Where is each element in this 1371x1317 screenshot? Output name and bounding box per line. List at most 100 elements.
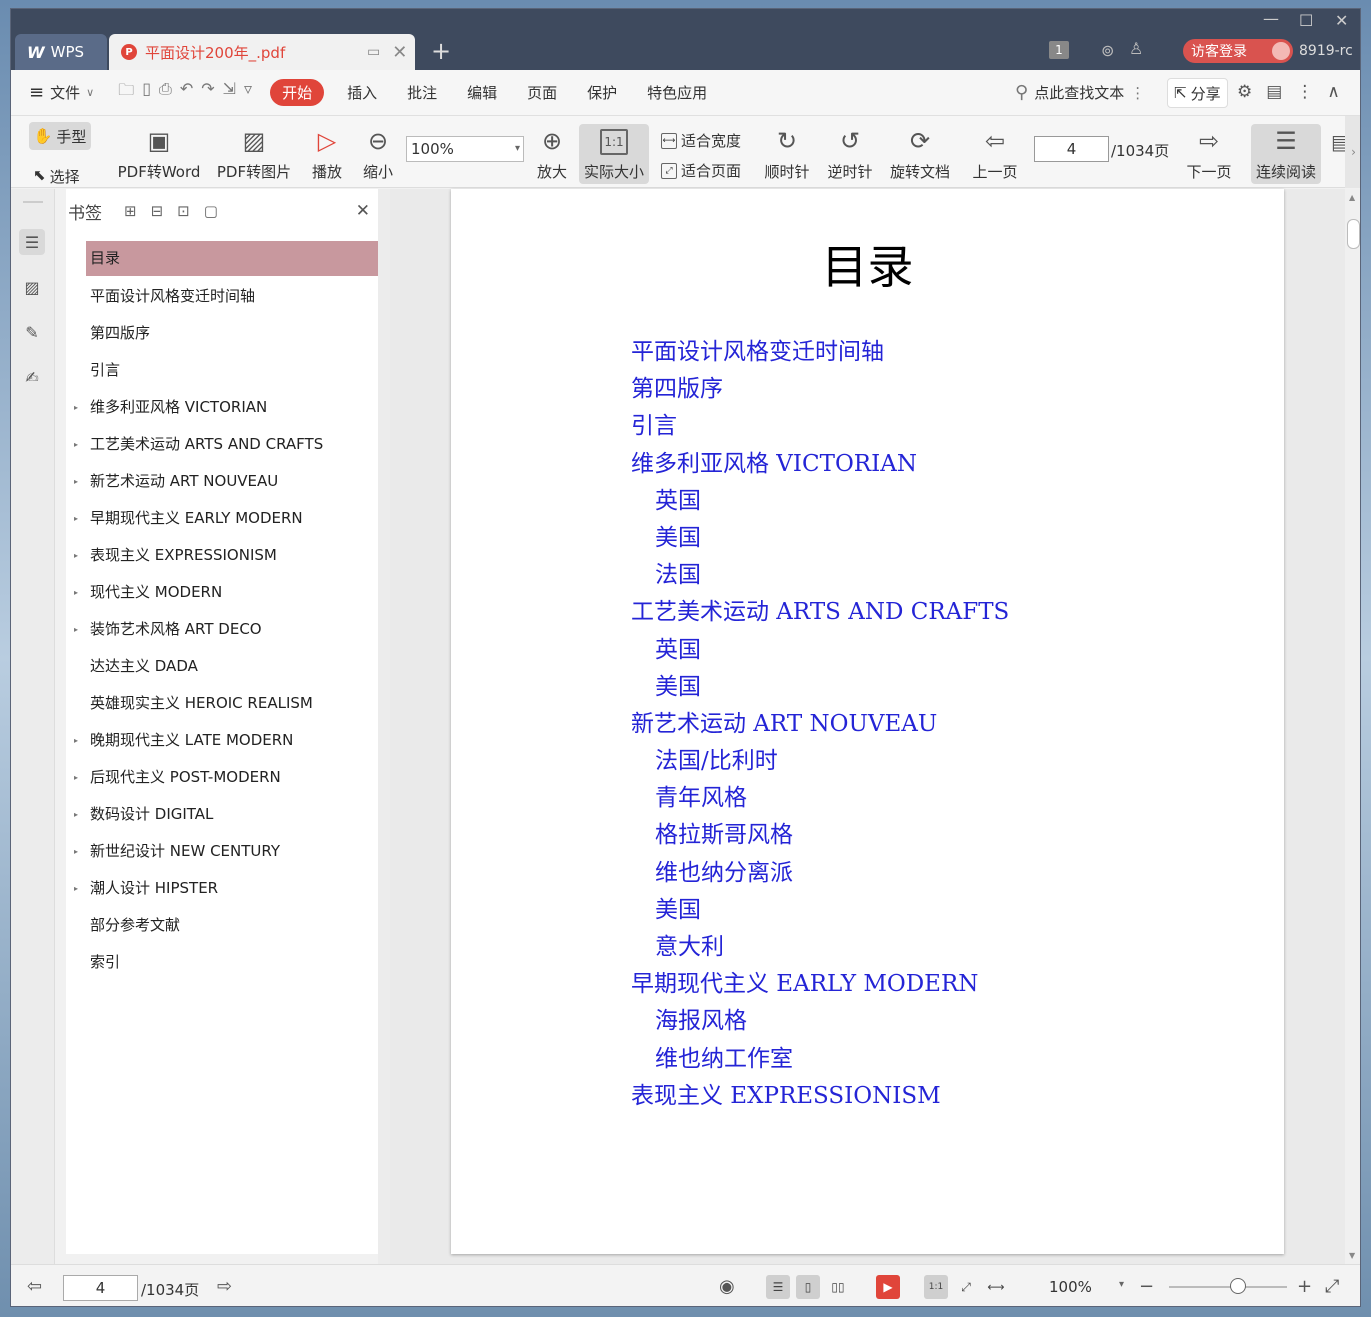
bookmark-settings-icon[interactable]: ▢ [204, 202, 218, 220]
document-tab[interactable]: P 平面设计200年_.pdf ▭ ✕ [109, 34, 415, 70]
next-page-button[interactable]: ⇨ 下一页 [1183, 116, 1235, 188]
collapse-all-icon[interactable]: ⊟ [151, 202, 164, 220]
ribbon-scroll-right-icon[interactable]: › [1345, 116, 1360, 188]
bookmark-item[interactable]: ▸ 新艺术运动 ART NOUVEAU [74, 463, 378, 500]
tab-edit[interactable]: 编辑 [452, 82, 512, 103]
toc-link[interactable]: 英国 [631, 632, 1009, 669]
bookmark-item[interactable]: ▸ 表现主义 EXPRESSIONISM [74, 537, 378, 574]
zoom-in-status-icon[interactable]: + [1297, 1276, 1312, 1297]
zoom-select[interactable]: 100% [406, 136, 524, 162]
bookmark-list-icon[interactable]: ☰ [19, 229, 45, 255]
expand-arrow-icon[interactable]: ▸ [74, 833, 78, 870]
share-cloud-icon[interactable]: ⊚ [1101, 41, 1114, 60]
toc-link[interactable]: 格拉斯哥风格 [631, 817, 1009, 854]
rotate-clockwise-button[interactable]: ↻ 顺时针 [759, 116, 815, 188]
toc-link[interactable]: 维也纳工作室 [631, 1041, 1009, 1078]
toc-link[interactable]: 美国 [631, 520, 1009, 557]
zoom-out-status-icon[interactable]: − [1139, 1276, 1154, 1297]
collapse-ribbon-icon[interactable]: ∧ [1327, 82, 1339, 102]
expand-all-icon[interactable]: ⊞ [124, 202, 137, 220]
bookmark-item[interactable]: ▸ 工艺美术运动 ARTS AND CRAFTS [74, 426, 378, 463]
expand-arrow-icon[interactable]: ▸ [74, 389, 78, 426]
zoom-slider[interactable] [1169, 1286, 1287, 1288]
toc-link[interactable]: 平面设计风格变迁时间轴 [631, 334, 1009, 371]
fit-width-button[interactable]: ⟷ 适合宽度 [661, 130, 741, 151]
scroll-up-icon[interactable]: ▲ [1349, 193, 1355, 202]
toc-link[interactable]: 工艺美术运动 ARTS AND CRAFTS [631, 594, 1009, 631]
tab-features[interactable]: 特色应用 [632, 82, 722, 103]
status-next-page-icon[interactable]: ⇨ [217, 1276, 232, 1297]
tab-home[interactable]: 开始 [270, 79, 325, 106]
toc-link[interactable]: 早期现代主义 EARLY MODERN [631, 966, 1009, 1003]
previous-page-button[interactable]: ⇦ 上一页 [969, 116, 1021, 188]
single-page-view-icon[interactable]: ▯ [796, 1275, 820, 1299]
rotate-document-button[interactable]: ⟳ 旋转文档 [887, 116, 953, 188]
fit-page-button[interactable]: ⤢ 适合页面 [661, 160, 741, 181]
share-button[interactable]: ⇱ 分享 [1167, 78, 1228, 108]
expand-arrow-icon[interactable]: ▸ [74, 500, 78, 537]
bookmark-item[interactable]: ▸ 维多利亚风格 VICTORIAN [74, 389, 378, 426]
status-prev-page-icon[interactable]: ⇦ [27, 1276, 42, 1297]
bookmark-item[interactable]: 第四版序 [86, 315, 378, 352]
two-page-view-icon[interactable]: ▯▯ [826, 1275, 850, 1299]
more-options-icon[interactable]: ⋮ [1296, 82, 1313, 102]
bookmark-item[interactable]: 目录 [86, 241, 378, 276]
bookmark-item[interactable]: 达达主义 DADA [86, 648, 378, 685]
eye-protection-icon[interactable]: ◉ [719, 1276, 735, 1297]
bookmark-item[interactable]: ▸ 现代主义 MODERN [74, 574, 378, 611]
zoom-out-button[interactable]: ⊖ 缩小 [357, 116, 399, 188]
open-folder-icon[interactable]: 🗀 [118, 79, 134, 106]
find-text-search[interactable]: ⚲ 点此查找文本 ⋮ [1015, 82, 1145, 103]
bookmark-item[interactable]: ▸ 新世纪设计 NEW CENTURY [74, 833, 378, 870]
toc-link[interactable]: 维也纳分离派 [631, 855, 1009, 892]
toc-link[interactable]: 意大利 [631, 929, 1009, 966]
expand-arrow-icon[interactable]: ▸ [74, 426, 78, 463]
expand-arrow-icon[interactable]: ▸ [74, 574, 78, 611]
toc-link[interactable]: 美国 [631, 669, 1009, 706]
settings-gear-icon[interactable]: ⚙ [1237, 82, 1252, 102]
scroll-down-icon[interactable]: ▼ [1349, 1251, 1355, 1260]
panel-splitter[interactable] [378, 189, 390, 1264]
save-icon[interactable]: ▯ [142, 79, 151, 106]
expand-arrow-icon[interactable]: ▸ [74, 722, 78, 759]
toc-link[interactable]: 维多利亚风格 VICTORIAN [631, 446, 1009, 483]
vertical-scrollbar[interactable]: ▲ ▼ [1345, 189, 1360, 1264]
bookmark-item[interactable]: 部分参考文献 [86, 907, 378, 944]
bookmark-item[interactable]: ▸ 数码设计 DIGITAL [74, 796, 378, 833]
more-vertical-icon[interactable]: ⋮ [1130, 84, 1145, 102]
window-count-badge[interactable]: 1 [1049, 41, 1069, 59]
continuous-view-icon[interactable]: ☰ [766, 1275, 790, 1299]
export-icon[interactable]: ⇲ [223, 79, 236, 106]
toc-link[interactable]: 青年风格 [631, 780, 1009, 817]
hand-tool-button[interactable]: ✋ 手型 [29, 122, 91, 150]
toc-link[interactable]: 英国 [631, 483, 1009, 520]
expand-arrow-icon[interactable]: ▸ [74, 537, 78, 574]
rotate-counterclockwise-button[interactable]: ↺ 逆时针 [822, 116, 878, 188]
print-icon[interactable]: ⎙ [159, 79, 172, 106]
tab-insert[interactable]: 插入 [332, 82, 392, 103]
play-button[interactable]: ▷ 播放 [304, 116, 350, 188]
fit-width-status-icon[interactable]: ⟷ [984, 1275, 1008, 1299]
bookmark-item[interactable]: ▸ 潮人设计 HIPSTER [74, 870, 378, 907]
toc-link[interactable]: 海报风格 [631, 1003, 1009, 1040]
more-dropdown-icon[interactable]: ▿ [244, 79, 252, 106]
new-tab-button[interactable]: + [431, 37, 451, 65]
tab-page[interactable]: 页面 [512, 82, 572, 103]
scrollbar-thumb[interactable] [1347, 219, 1360, 249]
page-number-input[interactable]: 4 [1034, 136, 1109, 162]
select-tool-button[interactable]: ⬉ 选择 [33, 166, 80, 187]
thumbnail-icon[interactable]: ▨ [19, 274, 45, 300]
zoom-slider-knob[interactable] [1230, 1278, 1247, 1294]
expand-arrow-icon[interactable]: ▸ [74, 611, 78, 648]
actual-size-button[interactable]: 1:1 实际大小 [579, 124, 649, 184]
bookmark-item[interactable]: ▸ 晚期现代主义 LATE MODERN [74, 722, 378, 759]
wps-home-tab[interactable]: W WPS [15, 34, 107, 70]
expand-arrow-icon[interactable]: ▸ [74, 870, 78, 907]
toc-link[interactable]: 美国 [631, 892, 1009, 929]
toc-link[interactable]: 第四版序 [631, 371, 1009, 408]
expand-arrow-icon[interactable]: ▸ [74, 759, 78, 796]
close-panel-icon[interactable]: ✕ [356, 201, 370, 221]
minimize-icon[interactable]: — [1263, 9, 1279, 28]
tab-annotate[interactable]: 批注 [392, 82, 452, 103]
bookmark-item[interactable]: 索引 [86, 944, 378, 981]
